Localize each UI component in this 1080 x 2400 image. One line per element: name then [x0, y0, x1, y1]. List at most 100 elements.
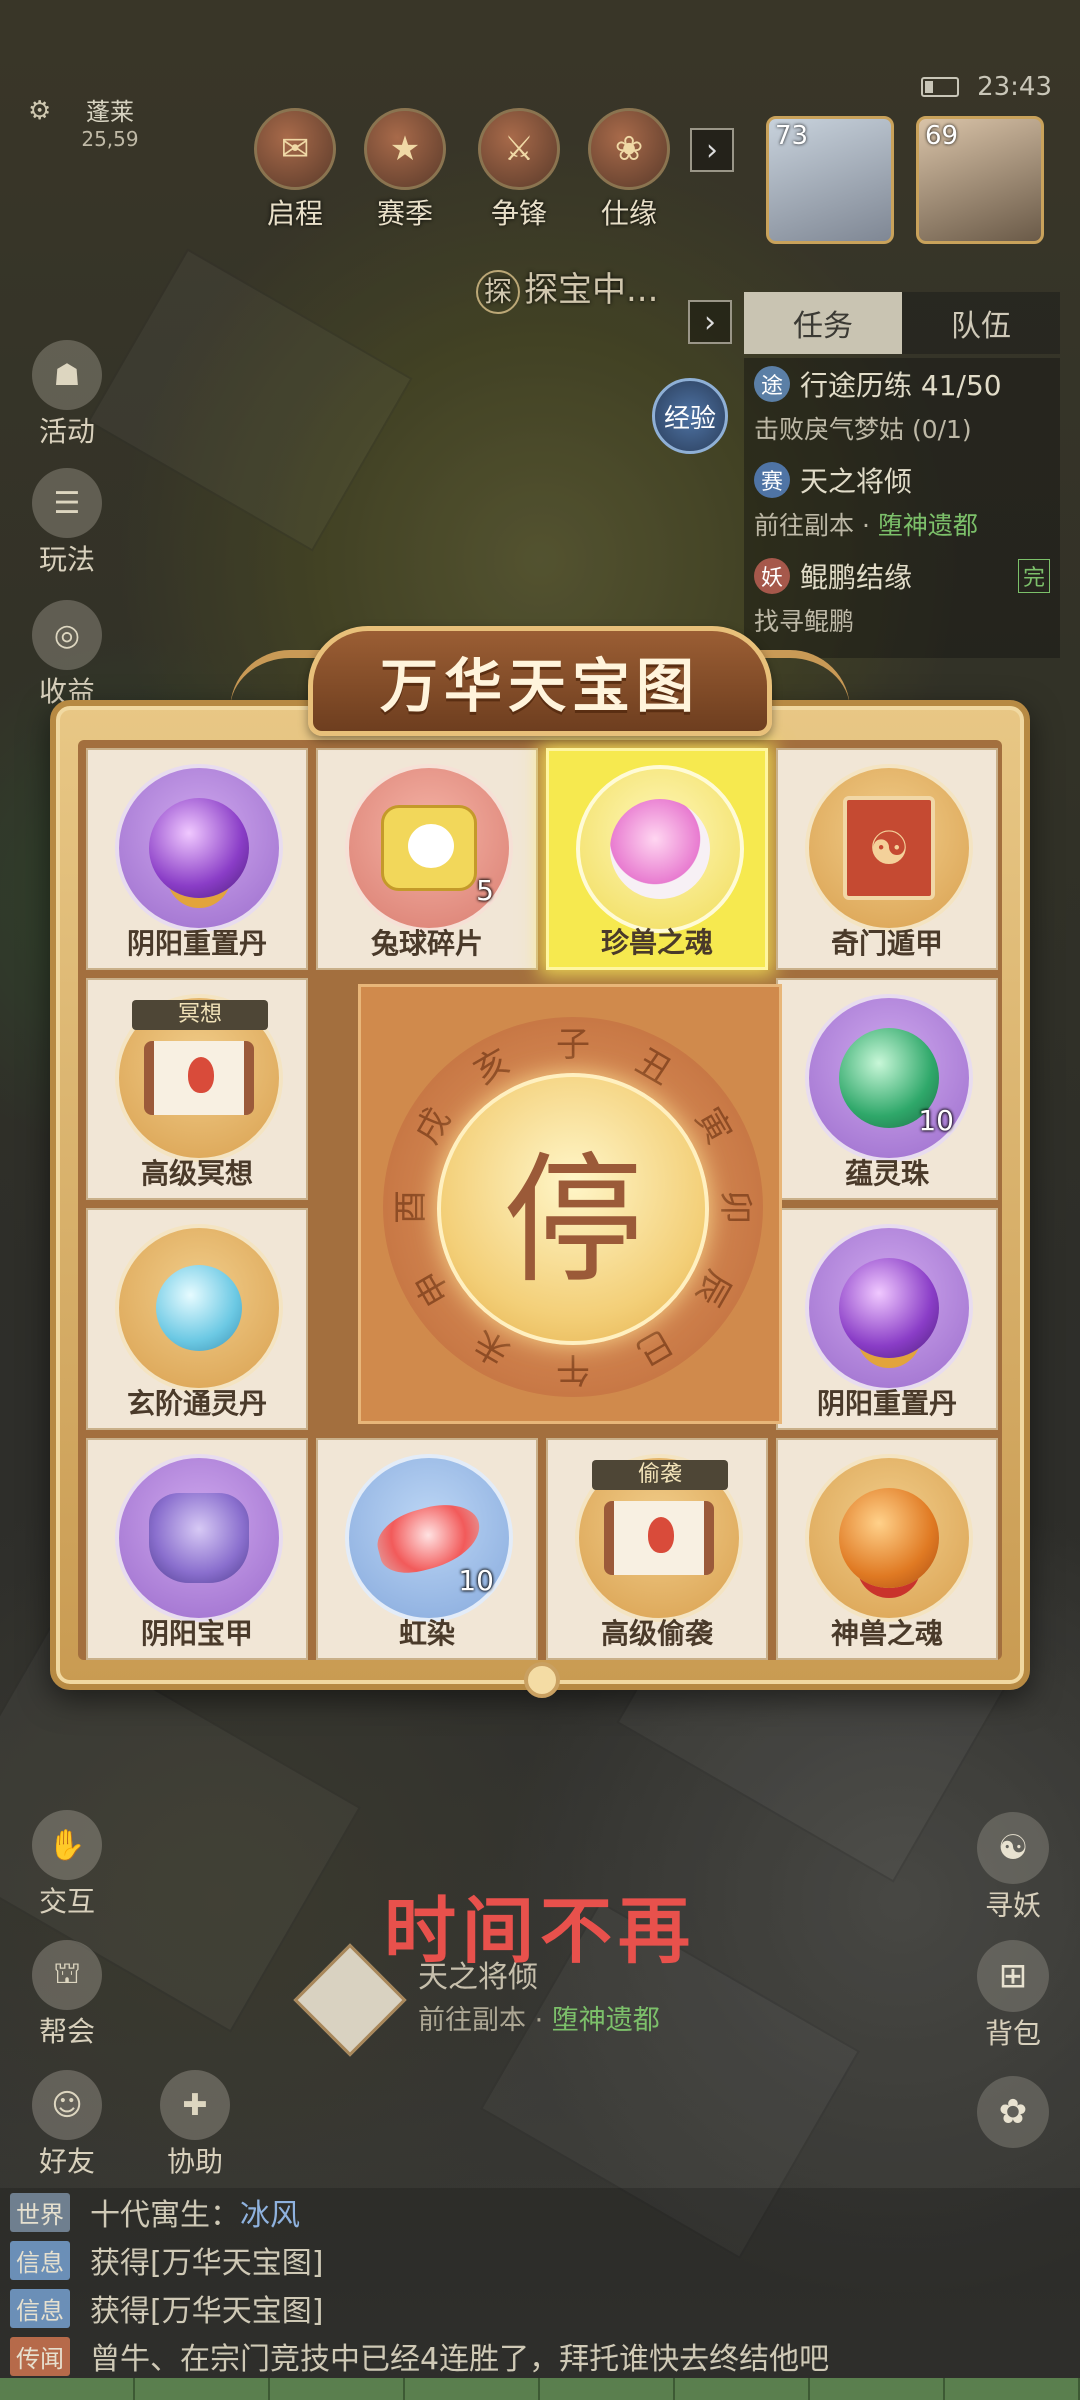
dialog-title-banner: 万华天宝图 [308, 626, 772, 736]
prize-tag: 偷袭 [592, 1460, 728, 1490]
expand-top-menu-chevron-icon[interactable]: › [690, 128, 734, 172]
chat-box[interactable]: 世界 十代寓生：冰风 信息 获得[万华天宝图] 信息 获得[万华天宝图] 传闻 … [0, 2188, 1080, 2378]
task-subtitle: 前往副本 · 堕神遗都 [754, 506, 1050, 542]
chat-text: 获得[万华天宝图] [90, 2294, 324, 2329]
stop-button[interactable]: 停 [437, 1073, 709, 1345]
prize-orb [805, 764, 973, 932]
bottom-tab-bar[interactable] [0, 2378, 1080, 2400]
rabbit-fragment-icon [381, 805, 477, 891]
player-level: 69 [925, 121, 959, 151]
top-menu-label: 启程 [266, 197, 323, 230]
prize-cell: 阴阳宝甲 [86, 1438, 308, 1660]
task-panel-tabs: 任务 队伍 [744, 292, 1060, 354]
chat-line: 传闻 曾牛、在宗门竞技中已经4连胜了，拜托谁快去终结他吧 [10, 2334, 829, 2378]
book-icon [843, 796, 935, 900]
battle-icon: ⚔ [478, 108, 560, 190]
task-item[interactable]: 赛 天之将倾 前往副本 · 堕神遗都 [754, 460, 1050, 542]
task-item[interactable]: 途 行途历练 41/50 击败戾气梦姑 (0/1) [754, 364, 1050, 446]
prize-name: 阴阳宝甲 [140, 1617, 253, 1650]
side-menu-income-button[interactable]: ◎ 收益 [22, 600, 112, 710]
chat-text: 十代寓生： [90, 2198, 240, 2233]
crystal-ball-icon [839, 1258, 939, 1358]
dialog-bottom-knob [524, 1662, 560, 1698]
fate-icon: ❀ [588, 108, 670, 190]
prize-count: 10 [458, 1564, 494, 1597]
beast-soul-icon [610, 799, 710, 899]
side-menu-gameplay-button[interactable]: ☰ 玩法 [22, 468, 112, 578]
top-menu-fate-button[interactable]: ❀ 仕缘 [574, 108, 684, 232]
exploring-status: 探探宝中... [476, 262, 658, 314]
joystick-button[interactable]: ✿ [968, 2076, 1058, 2148]
prize-cell: 偷袭 高级偷袭 [546, 1438, 768, 1660]
prize-cell-highlighted: 珍兽之魂 [546, 748, 768, 970]
task-item[interactable]: 妖 鲲鹏结缘 完 找寻鲲鹏 [754, 556, 1050, 638]
season-icon: ★ [364, 108, 446, 190]
zodiac-char: 酉 [391, 1190, 431, 1224]
armor-icon [149, 1493, 249, 1583]
chat-line: 世界 十代寓生：冰风 [10, 2190, 300, 2234]
chat-text: 获得[万华天宝图] [90, 2246, 324, 2281]
task-subtitle: 找寻鲲鹏 [754, 607, 855, 636]
friends-button[interactable]: ☺ 好友 [22, 2070, 112, 2180]
prize-cell: 阴阳重置丹 [86, 748, 308, 970]
treasure-grid: 阴阳重置丹 5 兔球碎片 珍兽之魂 奇门遁甲 冥想 高级冥想 10 蕴灵珠 [78, 740, 1002, 1660]
prize-cell: 10 虹染 [316, 1438, 538, 1660]
task-title: 行途历练 41/50 [800, 369, 1002, 402]
prize-cell: 神兽之魂 [776, 1438, 998, 1660]
collapse-panel-chevron-icon[interactable]: › [688, 300, 732, 344]
zodiac-char: 卯 [715, 1190, 755, 1224]
spin-dial-panel: 子丑寅卯辰巳午未申酉戌亥 停 [358, 984, 782, 1424]
task-subtitle-text: 前往副本 · [754, 511, 878, 540]
task-hint-highlight: 堕神遗都 [551, 2005, 660, 2036]
chat-channel: 世界 [10, 2192, 70, 2232]
chat-text: 曾牛、在宗门竞技中已经4连胜了，拜托谁快去终结他吧 [90, 2342, 830, 2377]
prize-name: 阴阳重置丹 [816, 1387, 957, 1420]
menu-label: 好友 [38, 2145, 95, 2178]
exp-button[interactable]: 经验 [652, 378, 728, 454]
divine-beast-soul-icon [839, 1488, 939, 1588]
treasure-map-dialog: 阴阳重置丹 5 兔球碎片 珍兽之魂 奇门遁甲 冥想 高级冥想 10 蕴灵珠 [50, 700, 1030, 1690]
prize-name: 神兽之魂 [830, 1617, 943, 1650]
side-menu-label: 玩法 [38, 543, 95, 576]
chat-line: 信息 获得[万华天宝图] [10, 2286, 323, 2330]
prize-name: 高级冥想 [140, 1157, 253, 1190]
assist-button[interactable]: ✚ 协助 [150, 2070, 240, 2180]
chat-value: 冰风 [240, 2198, 300, 2233]
gameplay-icon: ☰ [32, 468, 102, 538]
task-badge: 妖 [754, 558, 790, 594]
zodiac-char: 午 [556, 1349, 590, 1389]
prize-orb [576, 765, 744, 933]
top-menu-start-button[interactable]: ✉ 启程 [240, 108, 350, 232]
top-menu-label: 仕缘 [600, 197, 657, 230]
prize-orb [805, 1224, 973, 1392]
crystal-ball-icon [149, 798, 249, 898]
prize-name: 奇门遁甲 [830, 927, 943, 960]
explore-icon: 探 [476, 270, 520, 314]
prize-name: 蕴灵珠 [844, 1157, 929, 1190]
menu-label: 协助 [166, 2145, 223, 2178]
income-icon: ◎ [32, 600, 102, 670]
party-member-level: 73 [775, 121, 809, 151]
activity-icon: ☗ [32, 340, 102, 410]
top-menu-battle-button[interactable]: ⚔ 争锋 [464, 108, 574, 232]
player-avatar[interactable]: 69 [916, 116, 1044, 244]
side-menu-activity-button[interactable]: ☗ 活动 [22, 340, 112, 450]
tab-tasks[interactable]: 任务 [744, 292, 902, 354]
prize-count: 5 [476, 874, 494, 907]
blue-pearl-icon [156, 1265, 242, 1351]
location-coords: 25,59 [81, 127, 139, 151]
chat-channel: 传闻 [10, 2336, 70, 2376]
task-badge: 赛 [754, 462, 790, 498]
party-member-avatar[interactable]: 73 [766, 116, 894, 244]
location-display[interactable]: 蓬莱 25,59 [30, 92, 190, 151]
top-menu-season-button[interactable]: ★ 赛季 [350, 108, 460, 232]
task-subtitle-highlight: 堕神遗都 [877, 511, 978, 540]
status-time: 23:43 [977, 72, 1052, 102]
prize-cell: 10 蕴灵珠 [776, 978, 998, 1200]
prize-cell: 5 兔球碎片 [316, 748, 538, 970]
tab-team[interactable]: 队伍 [902, 292, 1060, 354]
chat-channel: 信息 [10, 2240, 70, 2280]
task-title: 天之将倾 [800, 465, 913, 498]
prize-orb [115, 764, 283, 932]
battery-icon [921, 77, 960, 97]
